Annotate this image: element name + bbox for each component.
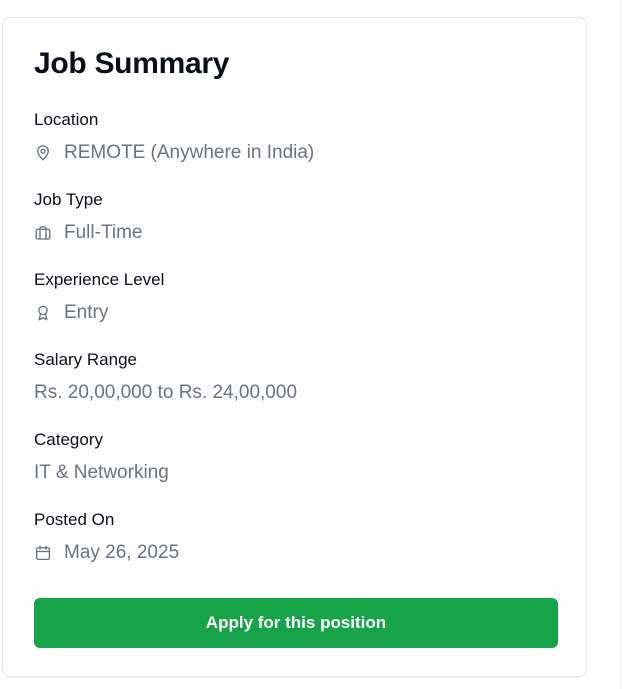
job-type-value: Full-Time bbox=[64, 222, 143, 243]
category-value-row: IT & Networking bbox=[34, 462, 554, 484]
posted-on-value: May 26, 2025 bbox=[64, 542, 180, 563]
page-divider bbox=[620, 0, 621, 689]
calendar-icon bbox=[34, 544, 52, 562]
map-pin-icon bbox=[34, 144, 52, 162]
salary-range-value-row: Rs. 20,00,000 to Rs. 24,00,000 bbox=[34, 382, 554, 404]
salary-range-field: Salary Range Rs. 20,00,000 to Rs. 24,00,… bbox=[34, 349, 554, 404]
card-title: Job Summary bbox=[34, 47, 230, 80]
location-label: Location bbox=[34, 110, 99, 129]
category-label: Category bbox=[34, 430, 103, 449]
apply-button[interactable]: Apply for this position bbox=[34, 598, 558, 648]
experience-level-value-row: Entry bbox=[34, 302, 554, 324]
location-field: Location REMOTE (Anywhere in India) bbox=[34, 109, 554, 164]
job-type-label: Job Type bbox=[34, 190, 103, 209]
experience-level-label: Experience Level bbox=[34, 270, 165, 289]
experience-level-field: Experience Level Entry bbox=[34, 269, 554, 324]
category-field: Category IT & Networking bbox=[34, 429, 554, 484]
posted-on-value-row: May 26, 2025 bbox=[34, 542, 554, 564]
briefcase-icon bbox=[34, 224, 52, 242]
posted-on-label: Posted On bbox=[34, 510, 115, 529]
category-value: IT & Networking bbox=[34, 462, 169, 483]
posted-on-field: Posted On May 26, 2025 bbox=[34, 509, 554, 564]
salary-range-value: Rs. 20,00,000 to Rs. 24,00,000 bbox=[34, 382, 298, 403]
location-value-row: REMOTE (Anywhere in India) bbox=[34, 142, 554, 164]
experience-level-value: Entry bbox=[64, 302, 109, 323]
job-type-value-row: Full-Time bbox=[34, 222, 554, 244]
job-summary-card: Job Summary Location REMOTE (Anywhere in… bbox=[2, 17, 587, 677]
award-icon bbox=[34, 304, 52, 322]
location-value: REMOTE (Anywhere in India) bbox=[64, 142, 315, 163]
salary-range-label: Salary Range bbox=[34, 350, 138, 369]
job-type-field: Job Type Full-Time bbox=[34, 189, 554, 244]
